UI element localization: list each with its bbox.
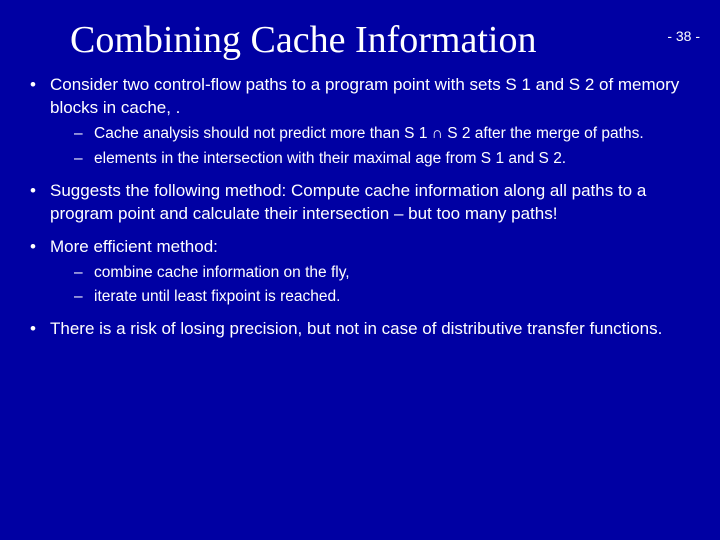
bullet-list: Consider two control-flow paths to a pro…: [28, 74, 692, 341]
sub-bullet-list: Cache analysis should not predict more t…: [74, 124, 692, 170]
list-item: Cache analysis should not predict more t…: [74, 124, 692, 145]
list-item: elements in the intersection with their …: [74, 149, 692, 170]
bullet-text: Consider two control-flow paths to a pro…: [50, 75, 679, 117]
list-item: There is a risk of losing precision, but…: [28, 318, 692, 341]
list-item: Suggests the following method: Compute c…: [28, 180, 692, 226]
list-item: iterate until least fixpoint is reached.: [74, 287, 692, 308]
page-number: - 38 -: [667, 28, 700, 44]
list-item: combine cache information on the fly,: [74, 263, 692, 284]
bullet-text: There is a risk of losing precision, but…: [50, 319, 662, 338]
bullet-text: elements in the intersection with their …: [94, 150, 566, 167]
list-item: More efficient method: combine cache inf…: [28, 236, 692, 309]
bullet-text: combine cache information on the fly,: [94, 264, 350, 281]
sub-bullet-list: combine cache information on the fly, it…: [74, 263, 692, 309]
list-item: Consider two control-flow paths to a pro…: [28, 74, 692, 170]
bullet-text: iterate until least fixpoint is reached.: [94, 288, 340, 305]
bullet-text: Suggests the following method: Compute c…: [50, 181, 646, 223]
bullet-text: Cache analysis should not predict more t…: [94, 125, 644, 142]
slide-title: Combining Cache Information: [70, 18, 720, 62]
bullet-text: More efficient method:: [50, 237, 218, 256]
slide-content: Consider two control-flow paths to a pro…: [0, 74, 720, 341]
